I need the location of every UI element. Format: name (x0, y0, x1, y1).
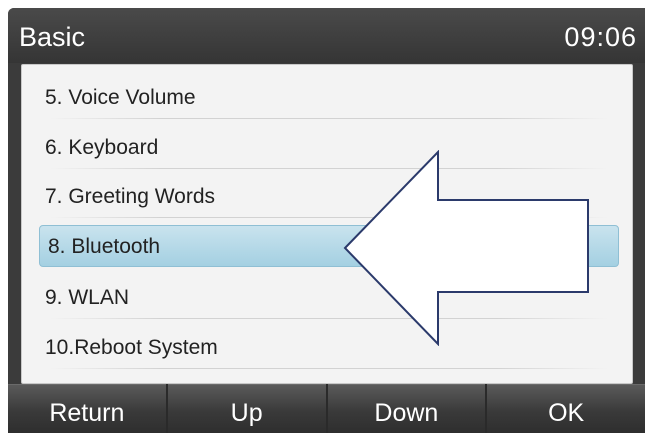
down-button[interactable]: Down (327, 384, 486, 433)
return-button[interactable]: Return (8, 384, 166, 433)
ok-button[interactable]: OK (487, 384, 645, 433)
arrow-pointer-icon (343, 150, 589, 346)
up-button[interactable]: Up (167, 384, 326, 433)
clock: 09:06 (564, 22, 637, 52)
menu-item-voice-volume[interactable]: 5. Voice Volume (28, 77, 616, 119)
phone-screen: Basic 09:06 5. Voice Volume 6. Keyboard … (8, 8, 645, 433)
page-title: Basic (19, 22, 86, 52)
softkey-bar: Return Up Down OK (8, 384, 645, 433)
title-bar: Basic 09:06 (8, 8, 645, 63)
